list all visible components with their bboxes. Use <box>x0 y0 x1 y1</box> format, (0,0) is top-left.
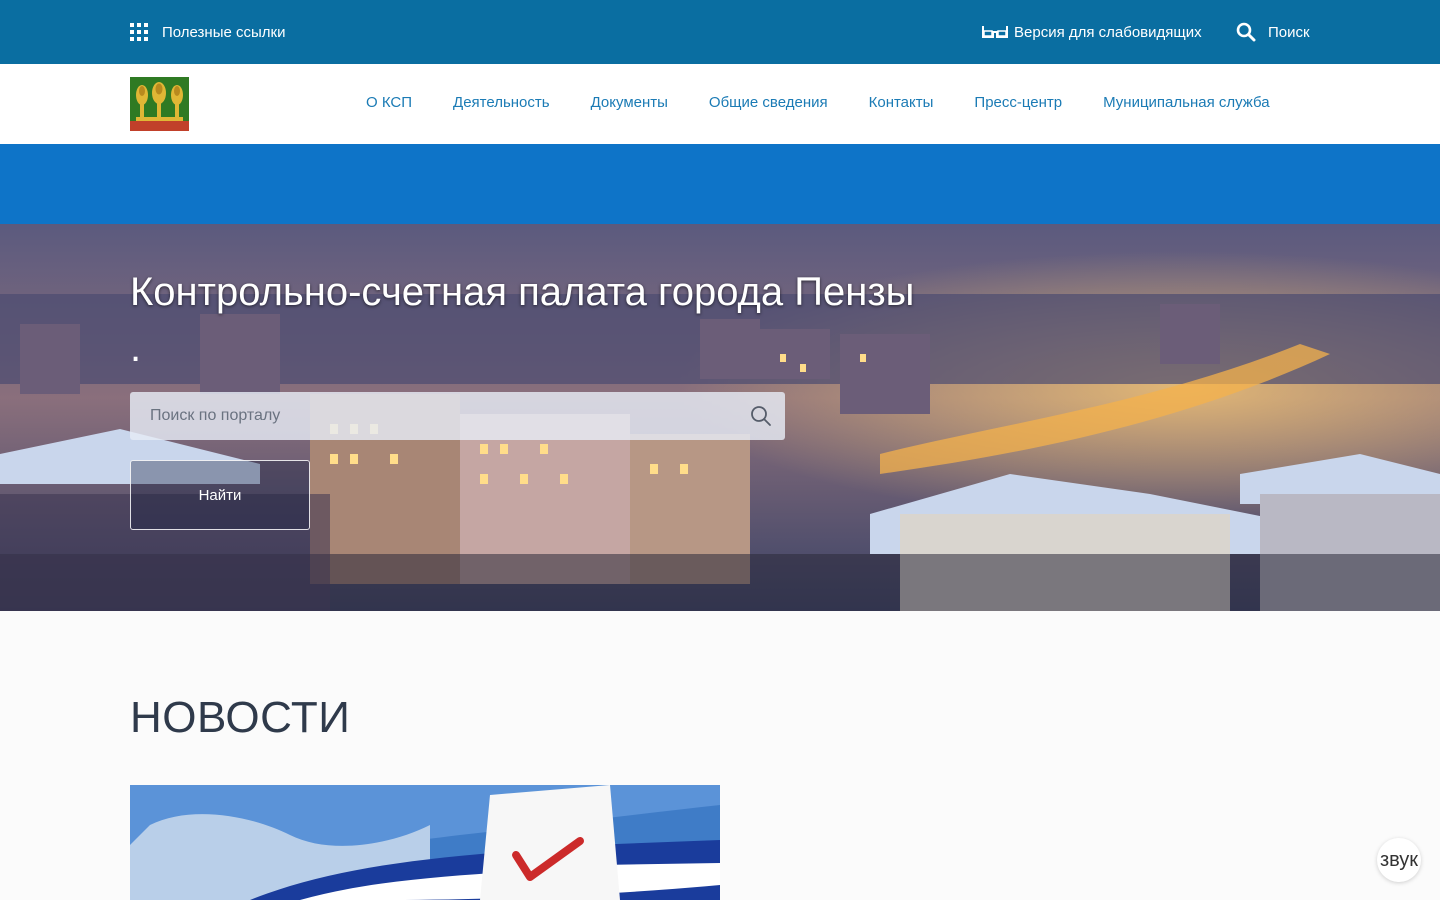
search-icon <box>1236 22 1256 42</box>
magnifier-icon[interactable] <box>750 405 772 427</box>
hero-subtitle: . <box>130 326 142 370</box>
blue-banner-strip <box>0 144 1440 224</box>
visually-impaired-version-button[interactable]: Версия для слабовидящих <box>982 21 1202 43</box>
portal-search-input[interactable] <box>130 392 730 440</box>
hero-banner: Контрольно-счетная палата города Пензы .… <box>0 224 1440 611</box>
nav-item-documents[interactable]: Документы <box>591 94 668 111</box>
find-button[interactable]: Найти <box>130 460 310 530</box>
nav-item-o-ksp[interactable]: О КСП <box>366 94 412 111</box>
nav-item-general-info[interactable]: Общие сведения <box>709 94 828 111</box>
news-card-image[interactable] <box>130 785 720 900</box>
nav-item-municipal-service[interactable]: Муниципальная служба <box>1103 94 1269 111</box>
visually-impaired-version-label: Версия для слабовидящих <box>1014 23 1202 41</box>
useful-links-button[interactable]: Полезные ссылки <box>130 21 286 43</box>
site-logo[interactable] <box>130 77 189 131</box>
main-menu: О КСП Деятельность Документы Общие сведе… <box>366 94 1270 111</box>
grid-icon <box>130 23 148 41</box>
top-search-button[interactable]: Поиск <box>1236 21 1310 43</box>
news-heading: НОВОСТИ <box>130 693 351 742</box>
top-utility-bar: Полезные ссылки Версия для слабовидящих … <box>0 0 1440 64</box>
election-ballot-image <box>130 785 720 900</box>
nav-item-activity[interactable]: Деятельность <box>453 94 550 111</box>
nav-item-contacts[interactable]: Контакты <box>869 94 934 111</box>
main-navigation-bar: О КСП Деятельность Документы Общие сведе… <box>0 64 1440 144</box>
useful-links-label: Полезные ссылки <box>162 23 286 41</box>
sound-button[interactable]: звук <box>1377 838 1421 882</box>
hero-title: Контрольно-счетная палата города Пензы <box>130 270 915 314</box>
portal-search-box <box>130 392 785 440</box>
top-search-label: Поиск <box>1268 23 1310 41</box>
glasses-icon <box>982 26 1008 38</box>
nav-item-press-center[interactable]: Пресс-центр <box>974 94 1062 111</box>
